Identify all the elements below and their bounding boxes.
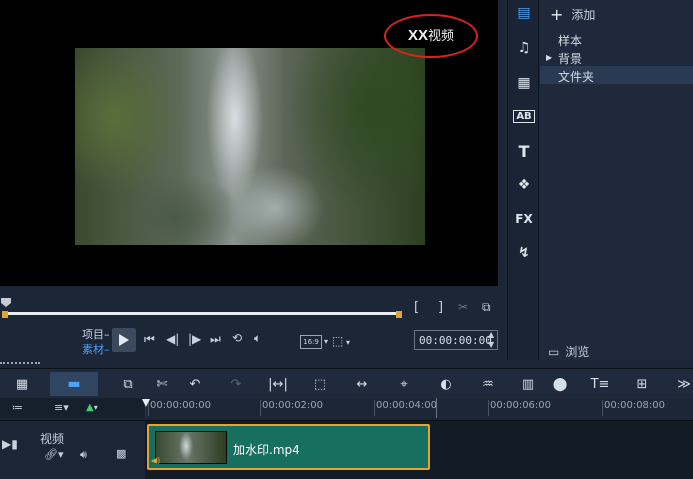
ruler-tick-label: 00:00:08:00 <box>604 400 666 411</box>
split-screen-icon[interactable]: ⊞ <box>630 374 654 394</box>
annotation-circle <box>384 14 478 58</box>
mark-in-button[interactable]: [ <box>414 300 419 315</box>
tree-item-folder[interactable]: 文件夹 <box>558 68 594 85</box>
redo-icon[interactable]: ↷ <box>224 374 248 394</box>
aspect-ratio-button[interactable]: 16:9 <box>300 335 322 349</box>
tree-item-samples[interactable]: 样本 <box>558 32 582 49</box>
play-icon <box>119 334 129 346</box>
transition-icon[interactable]: ↯ <box>508 242 540 264</box>
trim-in-marker[interactable] <box>2 311 8 318</box>
zoom-dropdown-icon[interactable]: ▾ <box>346 338 350 347</box>
text-icon[interactable]: T <box>508 140 540 162</box>
video-frame <box>75 48 425 245</box>
ruler-cursor <box>436 398 437 418</box>
project-mode-label[interactable]: 项目– <box>82 326 110 342</box>
timeline-clip[interactable]: ◀) 加水印.mp4 <box>147 424 430 470</box>
ruler-tick-label: 00:00:06:00 <box>490 400 552 411</box>
ruler-tick-label: 00:00:04:00 <box>376 400 438 411</box>
timeline-toolbar: ▦ ▬ ⧉ ✄ ↶ ↷ |↔| ⬚ ↔ ⌖ ◐ ♒ ▥ ⬤ T≡ ⊞ ≫ <box>0 368 693 398</box>
split-clip-icon[interactable]: ✂ <box>458 300 468 314</box>
add-button[interactable]: + 添加 <box>550 5 595 24</box>
clip-thumbnail <box>155 431 227 464</box>
player-screen[interactable]: XX视频 <box>0 0 498 286</box>
track-header: ▶▮ 视频 🔗︎▾ 🔊︎ ▩ <box>0 421 145 479</box>
multi-camera-icon[interactable]: ▥ <box>516 374 540 394</box>
motion-tracking-icon[interactable]: ⌖ <box>392 374 416 394</box>
link-icon[interactable]: 🔗︎▾ <box>44 448 64 461</box>
tree-item-backgrounds[interactable]: 背景 <box>558 50 582 67</box>
video-track-icon: ▶▮ <box>2 437 18 451</box>
panel-resize-handle[interactable] <box>0 362 40 366</box>
library-panel: + 添加 样本 ▶ 背景 文件夹 ▭ 浏览 <box>540 0 693 360</box>
zoom-icon[interactable]: ⬚ <box>332 334 343 348</box>
clip-audio-icon: ◀) <box>151 456 161 465</box>
subtitle-icon[interactable]: T≡ <box>588 374 612 394</box>
snapshot-icon[interactable]: ⧉ <box>482 300 491 315</box>
fx-icon[interactable]: FX <box>508 208 540 230</box>
browse-label: 浏览 <box>565 345 590 359</box>
mask-icon[interactable]: ⬤ <box>548 374 572 394</box>
next-frame-icon[interactable]: |▶ <box>188 332 201 346</box>
ruler-tick-label: 00:00:00:00 <box>150 400 212 411</box>
copy-icon[interactable]: ⧉ <box>116 374 140 394</box>
add-label: 添加 <box>571 8 596 22</box>
track-transparency-icon[interactable]: ▩ <box>116 447 126 460</box>
crop-icon[interactable]: ⬚ <box>308 374 332 394</box>
timeline-view-icon: ▬ <box>67 376 81 392</box>
plus-icon: + <box>550 5 564 24</box>
ripple-icon[interactable]: ↔ <box>350 374 374 394</box>
music-icon[interactable]: ♫ <box>508 37 540 59</box>
expand-arrow-icon[interactable]: ▶ <box>546 53 552 62</box>
tools-icon[interactable]: ✄ <box>150 374 174 394</box>
repeat-icon[interactable]: ⟲ <box>232 331 242 345</box>
speed-icon[interactable]: ≫ <box>672 374 693 394</box>
fit-timeline-icon[interactable]: |↔| <box>266 374 290 394</box>
browse-button[interactable]: ▭ 浏览 <box>548 343 589 360</box>
ruler-row: ≔ ≡▾ ▲▾ 00:00:00:00 00:00:02:00 00:00:04… <box>0 398 693 418</box>
track-name: 视频 <box>40 432 65 446</box>
previous-frame-icon[interactable]: ◀| <box>166 332 179 346</box>
library-toolbar: ▤ ♫ ▦ AB T ❖ FX ↯ <box>507 0 539 360</box>
play-button[interactable] <box>112 328 136 352</box>
timecode-stepper[interactable]: ▲ ▼ <box>488 330 494 350</box>
time-ruler[interactable]: 00:00:00:00 00:00:02:00 00:00:04:00 00:0… <box>145 398 693 418</box>
playhead-handle[interactable] <box>1 298 11 307</box>
clip-mode-label[interactable]: 素材– <box>82 341 110 357</box>
timeline-view-button[interactable]: ▬ <box>50 372 98 396</box>
graphics-icon[interactable]: ❖ <box>508 174 540 196</box>
title-templates-icon[interactable]: AB <box>508 105 540 127</box>
storyboard-view-icon[interactable]: ▦ <box>10 374 34 394</box>
volume-icon[interactable]: 🔈︎ <box>254 331 261 346</box>
trim-out-marker[interactable] <box>396 311 402 318</box>
scrub-bar[interactable] <box>5 312 400 315</box>
undo-icon[interactable]: ↶ <box>183 374 207 394</box>
preview-panel: XX视频 [ ] ✂ ⧉ 项目– 素材– ⏮ ◀| |▶ ⏭ ⟲ 🔈︎ 16:9… <box>0 0 507 360</box>
ruler-tick-label: 00:00:02:00 <box>262 400 324 411</box>
add-marker-icon[interactable]: ▲▾ <box>86 402 98 413</box>
clip-name: 加水印.mp4 <box>233 443 300 457</box>
video-track: ▶▮ 视频 🔗︎▾ 🔊︎ ▩ ◀) 加水印.mp4 <box>0 420 693 479</box>
aspect-dropdown-icon[interactable]: ▾ <box>324 337 328 346</box>
color-grading-icon[interactable]: ◐ <box>434 374 458 394</box>
browse-icon: ▭ <box>548 344 560 359</box>
track-manager-icon[interactable]: ≔ <box>12 401 23 414</box>
go-to-end-icon[interactable]: ⏭ <box>210 332 221 347</box>
mark-out-button[interactable]: ] <box>438 300 443 315</box>
go-to-start-icon[interactable]: ⏮ <box>144 332 155 347</box>
chapter-icon[interactable]: ≡▾ <box>54 401 69 414</box>
audio-wave-icon[interactable]: ♒ <box>476 374 500 394</box>
track-volume-icon[interactable]: 🔊︎ <box>80 448 87 462</box>
timecode-field[interactable]: 00:00:00:00 <box>414 330 498 350</box>
instant-project-icon[interactable]: ▦ <box>508 72 540 94</box>
media-icon[interactable]: ▤ <box>508 2 540 24</box>
